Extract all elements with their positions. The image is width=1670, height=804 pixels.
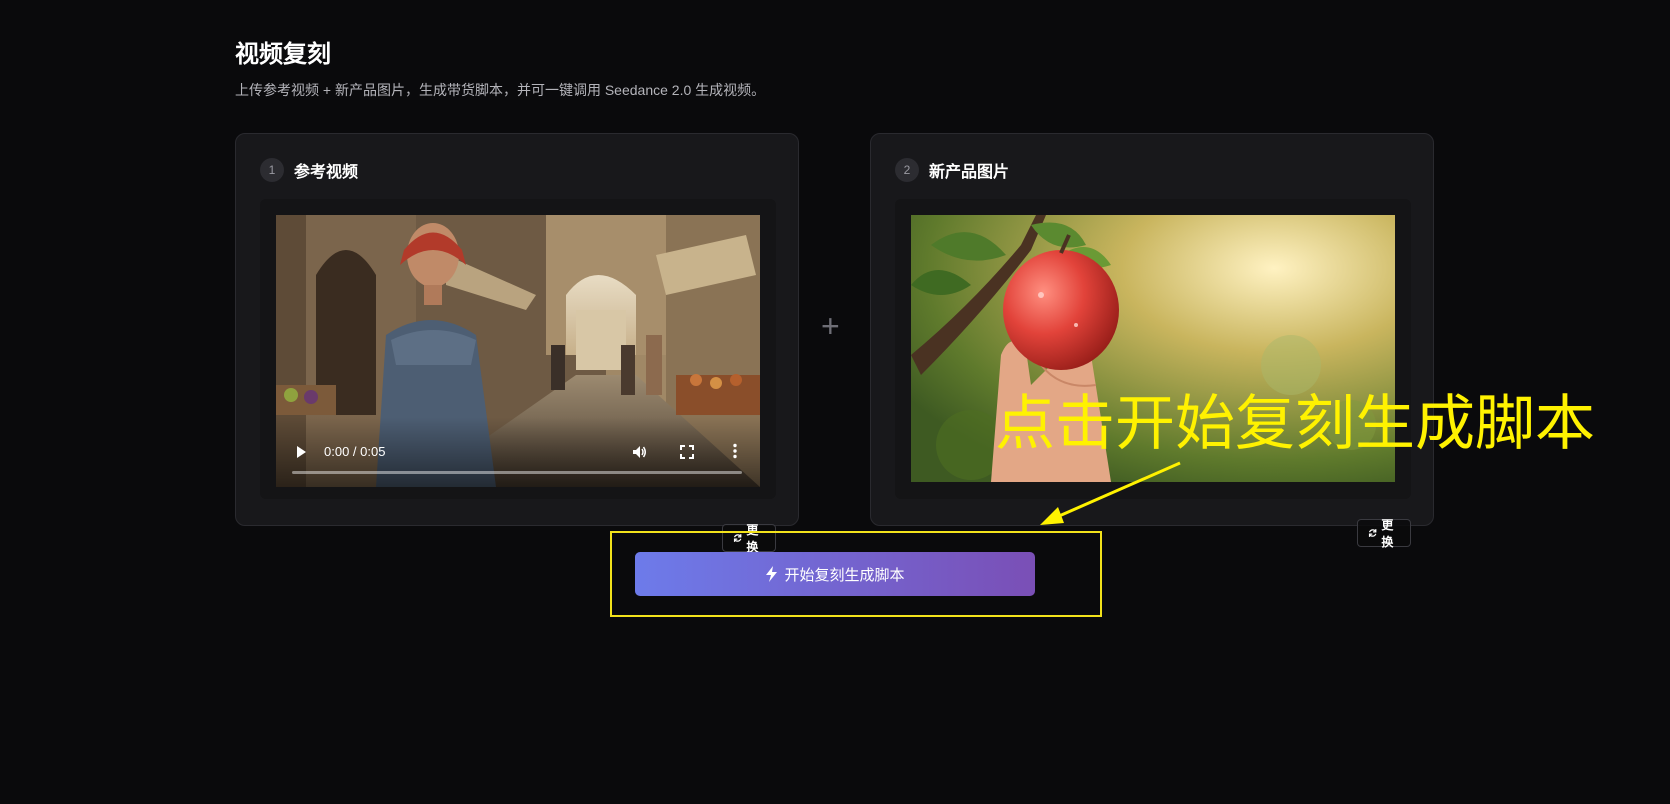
annotation-text: 点击开始复刻生成脚本 — [995, 390, 1595, 457]
page-title: 视频复刻 — [235, 41, 331, 68]
refresh-icon — [1368, 529, 1377, 537]
card-header: 1 参考视频 — [260, 158, 358, 182]
video-player[interactable]: 0:00 / 0:05 — [276, 215, 760, 487]
video-upload-area: 0:00 / 0:05 更换 — [260, 199, 776, 554]
bolt-icon — [766, 566, 778, 582]
annotation-arrow-icon — [1040, 461, 1181, 525]
step-badge: 2 — [895, 158, 919, 182]
replace-image-button[interactable]: 更换 — [1357, 518, 1411, 549]
video-time-display: 0:00 / 0:05 — [324, 444, 386, 459]
reference-video-card: 1 参考视频 0:00 / 0:05 更换 — [235, 133, 799, 554]
start-button-label: 开始复刻生成脚本 — [784, 566, 905, 584]
step-badge: 1 — [260, 158, 284, 182]
card-header: 2 新产品图片 — [895, 158, 1009, 182]
plus-icon: + — [821, 308, 840, 344]
card-title: 新产品图片 — [929, 164, 1010, 181]
fullscreen-icon[interactable] — [680, 445, 694, 459]
volume-icon[interactable] — [631, 444, 647, 460]
video-progress-bar[interactable] — [292, 471, 742, 474]
more-vertical-icon[interactable] — [732, 443, 738, 459]
page-subtitle: 上传参考视频 + 新产品图片，生成带货脚本，并可一键调用 Seedance 2.… — [235, 82, 766, 98]
start-replicate-button[interactable]: 开始复刻生成脚本 — [635, 552, 1035, 596]
card-title: 参考视频 — [294, 164, 359, 181]
video-replicate-page: 视频复刻 上传参考视频 + 新产品图片，生成带货脚本，并可一键调用 Seedan… — [0, 0, 1670, 804]
video-controls: 0:00 / 0:05 — [276, 417, 760, 487]
play-icon[interactable] — [294, 445, 308, 459]
replace-label: 更换 — [1381, 518, 1394, 549]
